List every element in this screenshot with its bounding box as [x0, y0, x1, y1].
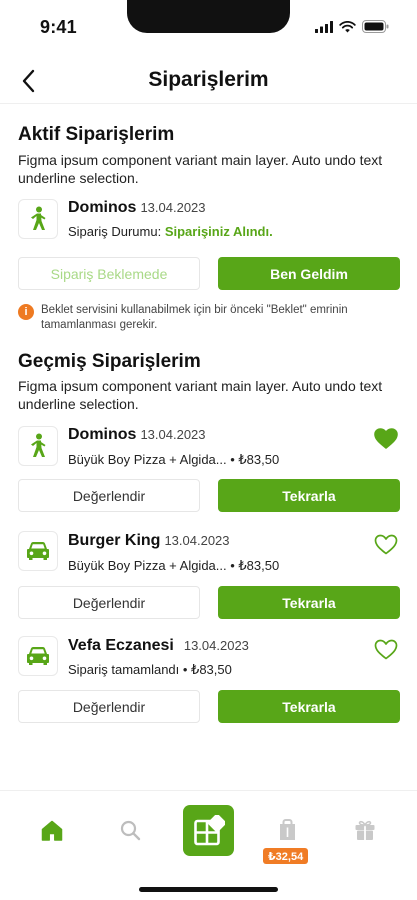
tab-search[interactable]	[115, 815, 145, 845]
favorite-button[interactable]	[373, 426, 399, 450]
reorder-button[interactable]: Tekrarla	[218, 690, 400, 723]
heart-outline-icon	[374, 534, 398, 554]
order-waiting-button[interactable]: Sipariş Beklemede	[18, 257, 200, 290]
past-orders-title: Geçmiş Siparişlerim	[18, 351, 201, 372]
favorite-button[interactable]	[373, 637, 399, 661]
nav-header: Siparişlerim	[0, 58, 417, 104]
warning-text: Beklet servisini kullanabilmek için bir …	[41, 304, 348, 331]
active-orders-title: Aktif Siparişlerim	[18, 124, 175, 145]
past-order-name-text: Vefa Eczanesi	[68, 637, 174, 654]
past-order-type	[18, 531, 58, 571]
home-indicator	[139, 887, 278, 892]
past-orders-description: Figma ipsum component variant main layer…	[18, 378, 383, 412]
grid-plus-icon	[193, 814, 225, 845]
active-order-date: 13.04.2023	[140, 200, 206, 215]
tab-main-action[interactable]	[183, 805, 234, 856]
order-status-label: Sipariş Durumu:	[68, 224, 162, 239]
favorite-button[interactable]	[373, 532, 399, 556]
home-icon	[41, 820, 63, 841]
info-warning-icon: i	[18, 304, 34, 320]
tab-gifts[interactable]	[350, 815, 380, 845]
header-divider	[0, 103, 417, 104]
past-order-type	[18, 636, 58, 676]
past-order-details: Büyük Boy Pizza + Algida... • ₺83,50	[68, 558, 280, 573]
past-order-type	[18, 426, 58, 466]
active-order-type	[18, 199, 58, 239]
status-time: 9:41	[40, 17, 77, 37]
heart-filled-icon	[374, 427, 398, 449]
active-order-name-text: Dominos	[68, 199, 137, 216]
bottom-tab-bar: ₺32,54	[0, 790, 417, 900]
past-order-name[interactable]: Vefa Eczanesi 13.04.2023	[68, 637, 249, 655]
wallet-balance-badge: ₺32,54	[263, 848, 309, 864]
reorder-button[interactable]: Tekrarla	[218, 586, 400, 619]
active-orders-description: Figma ipsum component variant main layer…	[18, 152, 383, 186]
active-order-name[interactable]: Dominos 13.04.2023	[68, 199, 206, 217]
device-notch	[127, 0, 290, 33]
rate-button[interactable]: Değerlendir	[18, 479, 200, 512]
past-order-date: 13.04.2023	[140, 427, 206, 442]
rate-button[interactable]: Değerlendir	[18, 586, 200, 619]
reorder-button[interactable]: Tekrarla	[218, 479, 400, 512]
wallet-icon	[279, 819, 295, 840]
warning-notice: i Beklet servisini kullanabilmek için bi…	[18, 303, 398, 333]
past-order-details: Sipariş tamamlandı • ₺83,50	[68, 662, 232, 677]
status-icons	[315, 20, 389, 33]
gift-icon	[355, 820, 375, 840]
past-order-details: Büyük Boy Pizza + Algida... • ₺83,50	[68, 452, 280, 467]
heart-outline-icon	[374, 639, 398, 659]
tab-home[interactable]	[37, 815, 67, 845]
order-status-value: Siparişiniz Alındı.	[164, 224, 273, 239]
past-order-date: 13.04.2023	[183, 638, 249, 653]
past-order-date: 13.04.2023	[164, 533, 230, 548]
active-order-status: Sipariş Durumu: Siparişiniz Alındı.	[68, 224, 273, 239]
walking-person-icon	[31, 206, 46, 230]
walking-person-icon	[31, 433, 46, 457]
tab-wallet[interactable]	[272, 815, 302, 845]
car-icon	[27, 647, 49, 665]
rate-button[interactable]: Değerlendir	[18, 690, 200, 723]
battery-icon	[362, 20, 389, 33]
i-arrived-button[interactable]: Ben Geldim	[218, 257, 400, 290]
past-order-name[interactable]: Dominos 13.04.2023	[68, 426, 206, 444]
past-order-name[interactable]: Burger King 13.04.2023	[68, 532, 230, 550]
cellular-signal-icon	[315, 20, 333, 33]
search-icon	[120, 820, 140, 840]
status-bar: 9:41	[0, 0, 417, 54]
wifi-icon	[339, 20, 356, 32]
page-title: Siparişlerim	[148, 68, 269, 91]
car-icon	[27, 542, 49, 560]
past-order-name-text: Burger King	[68, 532, 161, 549]
past-order-name-text: Dominos	[68, 426, 137, 443]
